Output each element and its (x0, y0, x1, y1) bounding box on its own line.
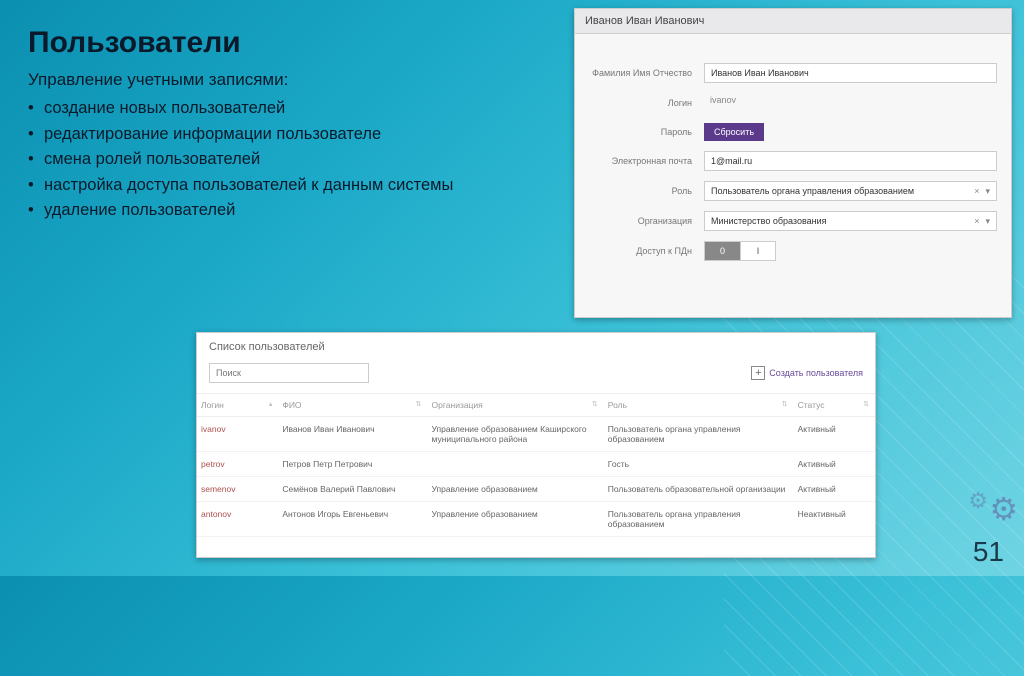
search-input[interactable] (209, 363, 369, 383)
pdn-toggle[interactable]: 0 I (704, 241, 776, 261)
clear-icon[interactable]: × (970, 216, 983, 226)
role-select[interactable]: Пользователь органа управления образован… (704, 181, 997, 201)
email-field[interactable] (704, 151, 997, 171)
user-list-panel: Список пользователей + Создать пользоват… (196, 332, 876, 558)
plus-icon: + (751, 366, 765, 380)
gear-icon: ⚙ (968, 488, 988, 514)
cell-org: Управление образованием Каширского муниц… (428, 417, 604, 452)
table-row[interactable]: petrovПетров Петр Петрович ГостьАктивный (197, 452, 875, 477)
label-pdn: Доступ к ПДн (589, 246, 704, 256)
cell-role: Пользователь образовательной организации (604, 477, 794, 502)
cell-login: semenov (197, 477, 278, 502)
table-row[interactable]: ivanovИванов Иван ИвановичУправление обр… (197, 417, 875, 452)
cell-fio: Семёнов Валерий Павлович (278, 477, 427, 502)
panel-header: Иванов Иван Иванович (575, 9, 1011, 34)
chevron-down-icon[interactable]: ▾ (983, 186, 992, 197)
cell-role: Пользователь органа управления образован… (604, 502, 794, 537)
page-subtitle: Управление учетными записями: (28, 70, 288, 90)
toggle-on: 0 (705, 242, 740, 260)
cell-login: ivanov (197, 417, 278, 452)
col-login[interactable]: Логин▴ (197, 394, 278, 417)
org-select[interactable]: Министерство образования × ▾ (704, 211, 997, 231)
page-title: Пользователи (28, 26, 241, 60)
sort-icon: ⇅ (416, 400, 422, 408)
table-row[interactable]: antonovАнтонов Игорь ЕвгеньевичУправлени… (197, 502, 875, 537)
bullet-list: создание новых пользователей редактирова… (28, 96, 568, 224)
cell-login: petrov (197, 452, 278, 477)
users-table: Логин▴ ФИО⇅ Организация⇅ Роль⇅ Статус⇅ i… (197, 394, 875, 537)
cell-status: Активный (794, 477, 875, 502)
cell-org: Управление образованием (428, 477, 604, 502)
gear-icon: ⚙ (989, 490, 1018, 528)
bullet-item: создание новых пользователей (28, 96, 568, 122)
cell-role: Гость (604, 452, 794, 477)
label-login: Логин (589, 98, 704, 108)
create-user-button[interactable]: + Создать пользователя (751, 366, 863, 380)
col-role[interactable]: Роль⇅ (604, 394, 794, 417)
reset-password-button[interactable]: Сбросить (704, 123, 764, 141)
bullet-item: смена ролей пользователей (28, 147, 568, 173)
cell-fio: Антонов Игорь Евгеньевич (278, 502, 427, 537)
col-fio[interactable]: ФИО⇅ (278, 394, 427, 417)
fio-field[interactable] (704, 63, 997, 83)
cell-status: Активный (794, 452, 875, 477)
cell-status: Неактивный (794, 502, 875, 537)
bullet-item: настройка доступа пользователей к данным… (28, 173, 568, 199)
label-org: Организация (589, 216, 704, 226)
cell-status: Активный (794, 417, 875, 452)
role-selected: Пользователь органа управления образован… (711, 186, 970, 196)
clear-icon[interactable]: × (970, 186, 983, 196)
label-fio: Фамилия Имя Отчество (589, 68, 704, 78)
login-value: ivanov (704, 93, 997, 113)
cell-login: antonov (197, 502, 278, 537)
col-status[interactable]: Статус⇅ (794, 394, 875, 417)
label-role: Роль (589, 186, 704, 196)
toggle-off: I (740, 242, 775, 260)
create-user-label: Создать пользователя (769, 368, 863, 378)
cell-org: Управление образованием (428, 502, 604, 537)
org-selected: Министерство образования (711, 216, 970, 226)
col-org[interactable]: Организация⇅ (428, 394, 604, 417)
table-row[interactable]: semenovСемёнов Валерий ПавловичУправлени… (197, 477, 875, 502)
sort-icon: ⇅ (782, 400, 788, 408)
user-edit-panel: Иванов Иван Иванович Фамилия Имя Отчеств… (574, 8, 1012, 318)
cell-role: Пользователь органа управления образован… (604, 417, 794, 452)
chevron-down-icon[interactable]: ▾ (983, 216, 992, 227)
sort-icon: ⇅ (592, 400, 598, 408)
list-title: Список пользователей (197, 333, 875, 357)
sort-icon: ⇅ (863, 400, 869, 408)
label-password: Пароль (589, 127, 704, 137)
page-number: 51 (973, 536, 1004, 568)
cell-org (428, 452, 604, 477)
sort-icon: ▴ (269, 400, 273, 408)
cell-fio: Петров Петр Петрович (278, 452, 427, 477)
bullet-item: редактирование информации пользователе (28, 122, 568, 148)
cell-fio: Иванов Иван Иванович (278, 417, 427, 452)
bullet-item: удаление пользователей (28, 198, 568, 224)
label-email: Электронная почта (589, 156, 704, 166)
